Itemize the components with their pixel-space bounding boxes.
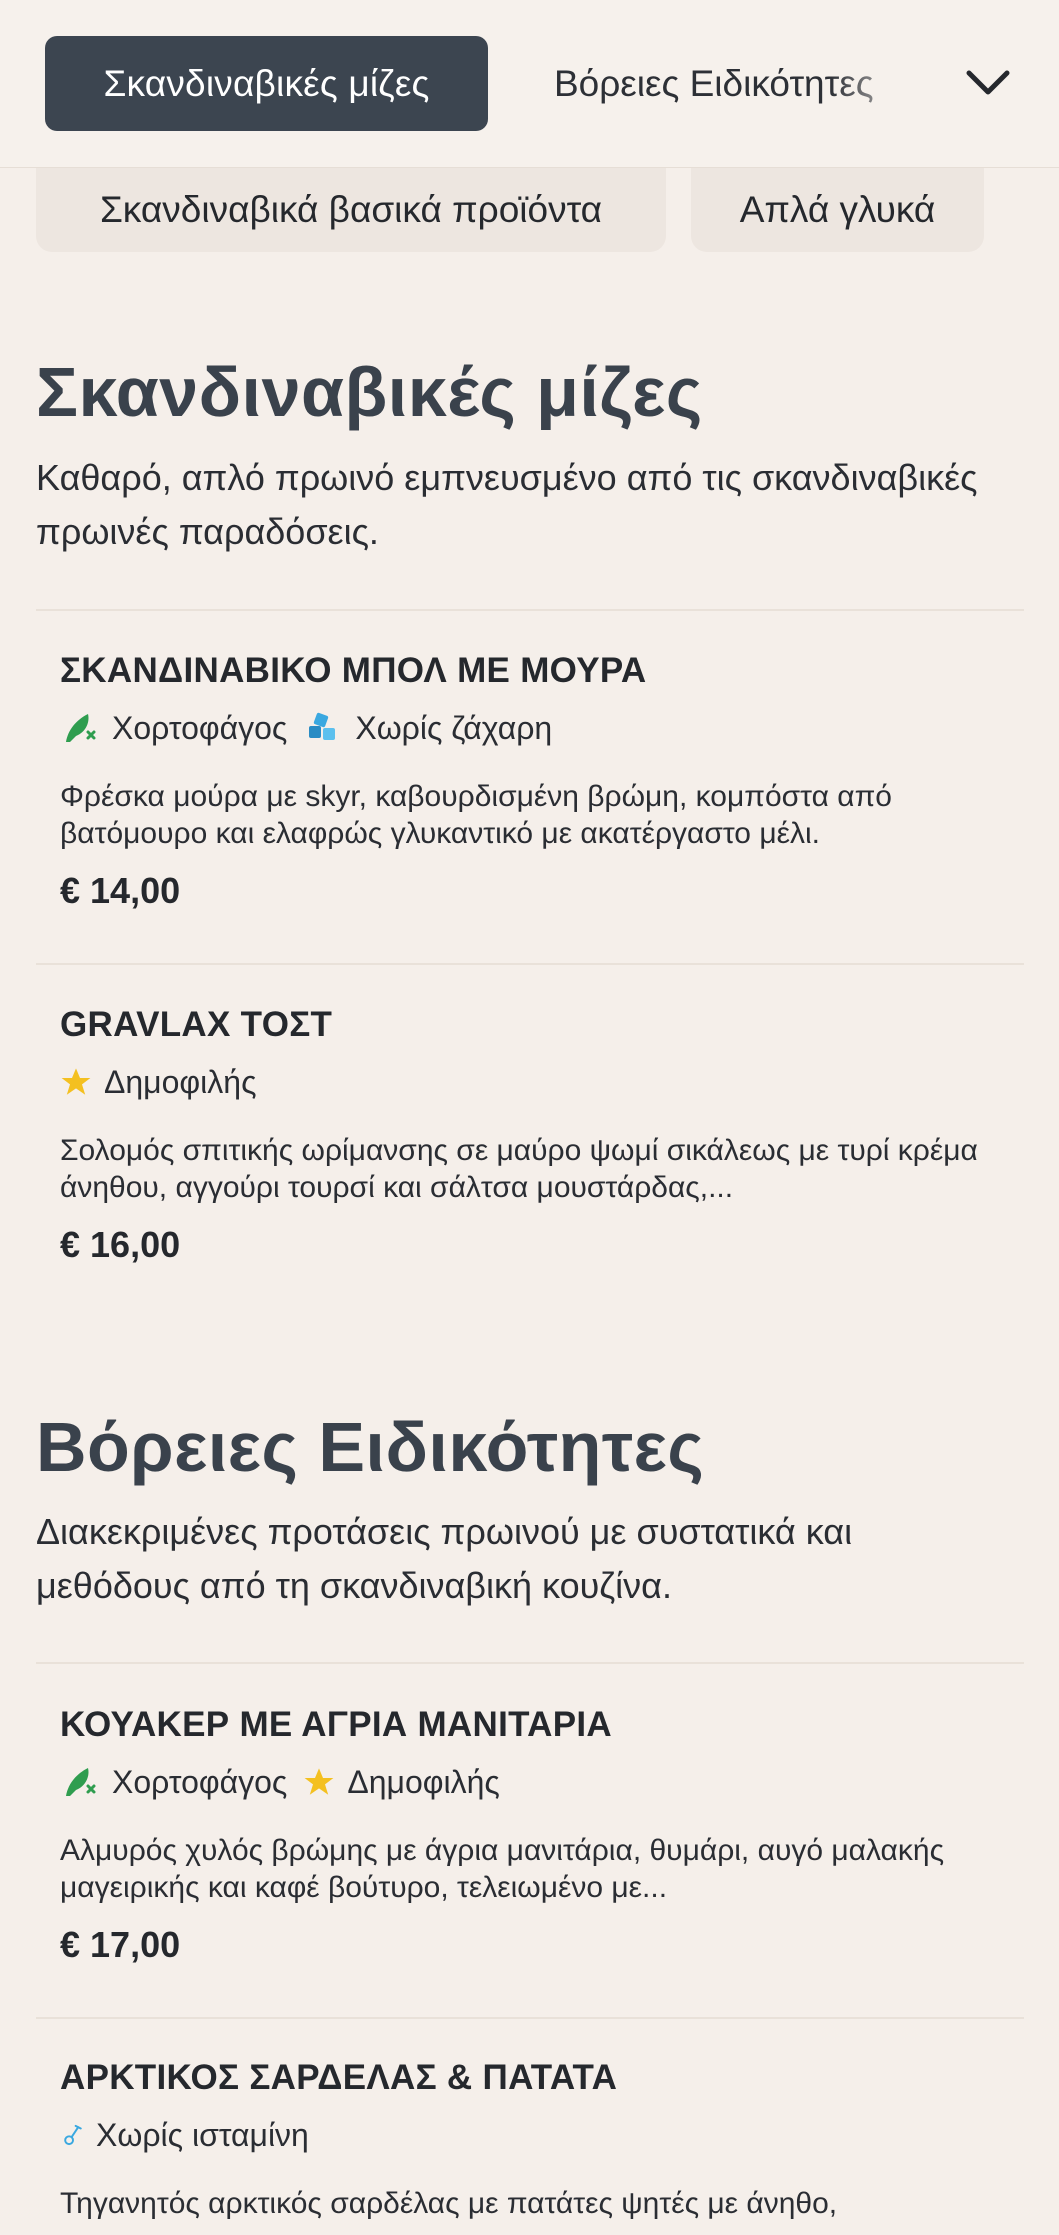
tag-popular: Δημοφιλής	[60, 1064, 256, 1101]
star-icon	[304, 1768, 334, 1795]
tag-label: Χωρίς ισταμίνη	[96, 2116, 309, 2153]
tab-label: Σκανδιναβικές μίζες	[103, 62, 430, 104]
divider	[36, 2017, 1024, 2019]
chip-simple-sweets[interactable]: Απλά γλυκά	[691, 168, 984, 252]
menu-item-tags: Χορτοφάγος Δημοφιλής	[60, 1762, 1000, 1802]
tab-label: Βόρειες Ειδικότητες	[554, 62, 874, 104]
tag-label: Δημοφιλής	[347, 1763, 500, 1800]
vegetarian-icon	[66, 1768, 96, 1796]
menu-item-price: € 17,00	[60, 1924, 181, 1965]
menu-item-name: ΚΟΥΑΚΕΡ ΜΕ ΑΓΡΙΑ ΜΑΝΙΤΑΡΙΑ	[60, 1705, 612, 1744]
tag-histamine-free: Χωρίς ισταμίνη	[60, 2117, 309, 2154]
tag-label: Χορτοφάγος	[112, 1763, 288, 1800]
star-icon	[61, 1068, 91, 1095]
tag-vegetarian: Χορτοφάγος	[60, 1762, 287, 1802]
menu-item-name: ΣΚΑΝΔΙΝΑΒΙΚΟ ΜΠΟΛ ΜΕ ΜΟΥΡΑ	[60, 651, 647, 690]
tag-vegetarian: Χορτοφάγος	[60, 708, 287, 748]
menu-item-name: GRAVLAX ΤΟΣΤ	[60, 1005, 333, 1044]
menu-item-tags: Χωρίς ισταμίνη	[60, 2115, 1000, 2155]
divider	[36, 963, 1024, 965]
divider	[36, 1662, 1024, 1664]
menu-item-description: Τηγανητός αρκτικός σαρδέλας με πατάτες ψ…	[60, 2187, 838, 2220]
histamine-free-icon	[64, 2124, 82, 2146]
section-description: Καθαρό, απλό πρωινό εμπνευσμένο από τις …	[36, 457, 978, 552]
sugar-free-icon	[309, 712, 336, 740]
chip-label: Σκανδιναβικά βασικά προϊόντα	[99, 189, 603, 230]
chip-scandinavian-staples[interactable]: Σκανδιναβικά βασικά προϊόντα	[36, 168, 666, 252]
chip-label: Απλά γλυκά	[739, 189, 936, 230]
menu-item[interactable]: ΑΡΚΤΙΚΟΣ ΣΑΡΔΕΛΑΣ & ΠΑΤΑΤΑ Χωρίς ισταμίν…	[60, 2055, 1000, 2222]
tag-sugar-free: Χωρίς ζάχαρη	[303, 708, 552, 748]
menu-item-name: ΑΡΚΤΙΚΟΣ ΣΑΡΔΕΛΑΣ & ΠΑΤΑΤΑ	[60, 2058, 618, 2097]
menu-item-tags: Δημοφιλής	[60, 1062, 1000, 1102]
category-nav: Σκανδιναβικές μίζες Βόρειες Ειδικότητες	[0, 0, 1059, 168]
chevron-down-icon[interactable]	[962, 60, 1014, 106]
menu-item-price: € 16,00	[60, 1224, 181, 1265]
menu-item-description: Σολομός σπιτικής ωρίμανσης σε μαύρο ψωμί…	[60, 1134, 978, 1204]
tag-label: Χορτοφάγος	[112, 709, 288, 746]
subcategory-chips: Σκανδιναβικά βασικά προϊόντα Απλά γλυκά	[0, 168, 1059, 253]
tab-scroll-fade	[830, 36, 940, 131]
tag-label: Δημοφιλής	[104, 1063, 257, 1100]
divider	[36, 609, 1024, 611]
tag-label: Χωρίς ζάχαρη	[355, 709, 553, 746]
tab-scandinavian-mizes[interactable]: Σκανδιναβικές μίζες	[45, 36, 488, 131]
section-title: Σκανδιναβικές μίζες	[36, 353, 703, 431]
vegetarian-icon	[66, 714, 96, 742]
menu-item-price: € 14,00	[60, 870, 181, 911]
menu-item-description: Αλμυρός χυλός βρώμης με άγρια μανιτάρια,…	[60, 1834, 945, 1904]
menu-item-description: Φρέσκα μούρα με skyr, καβουρδισμένη βρώμ…	[60, 780, 892, 850]
menu-item[interactable]: ΚΟΥΑΚΕΡ ΜΕ ΑΓΡΙΑ ΜΑΝΙΤΑΡΙΑ Χορτοφάγος Δη…	[60, 1702, 1000, 1966]
menu-item[interactable]: GRAVLAX ΤΟΣΤ Δημοφιλής Σολομός σπιτικής …	[60, 1002, 1000, 1266]
tag-popular: Δημοφιλής	[303, 1763, 500, 1801]
section-title: Βόρειες Ειδικότητες	[36, 1408, 705, 1486]
section-description: Διακεκριμένες προτάσεις πρωινού με συστα…	[36, 1511, 853, 1606]
menu-item[interactable]: ΣΚΑΝΔΙΝΑΒΙΚΟ ΜΠΟΛ ΜΕ ΜΟΥΡΑ Χορτοφάγος Χω…	[60, 648, 1000, 912]
menu-item-tags: Χορτοφάγος Χωρίς ζάχαρη	[60, 708, 1000, 748]
